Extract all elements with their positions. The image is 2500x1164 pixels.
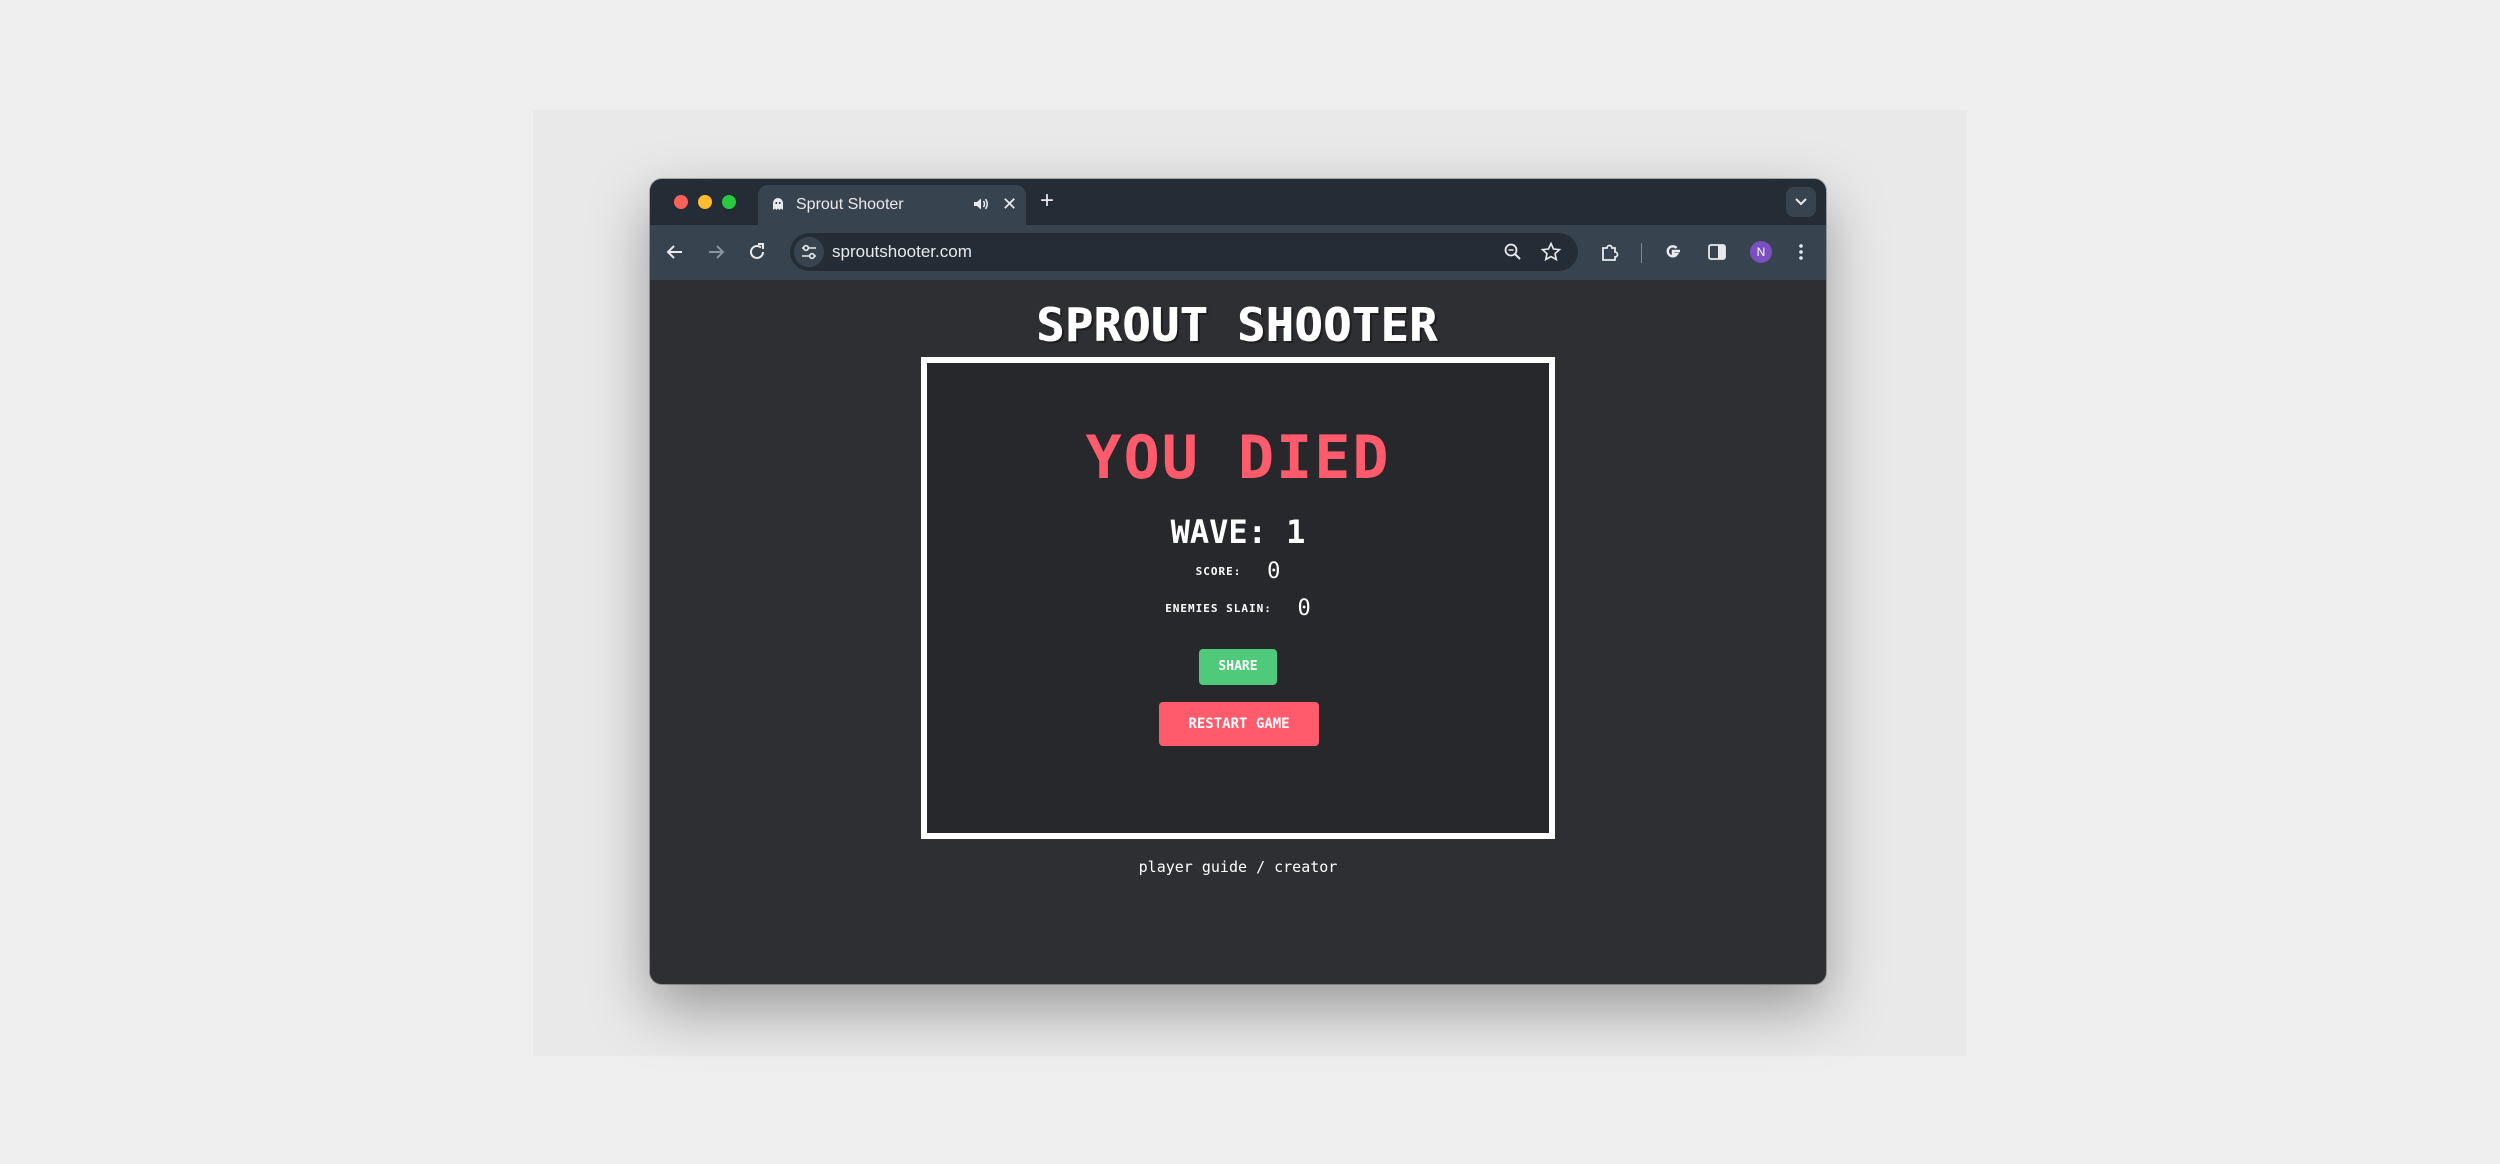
- tab-strip: Sprout Shooter ✕ +: [650, 179, 1826, 225]
- google-icon[interactable]: [1662, 241, 1684, 263]
- game-canvas[interactable]: YOU DIED WAVE: 1 SCORE: 0 ENEMIES SLAIN:…: [921, 357, 1555, 839]
- speaker-icon[interactable]: [972, 195, 990, 213]
- tab-search-button[interactable]: [1786, 187, 1816, 217]
- browser-window: Sprout Shooter ✕ + sproutshooter.com N S…: [650, 179, 1826, 984]
- address-bar[interactable]: sproutshooter.com: [790, 233, 1578, 271]
- chevron-down-icon: [1795, 198, 1807, 206]
- enemies-slain-label: ENEMIES SLAIN:: [1165, 602, 1272, 615]
- minimize-window-button[interactable]: [698, 195, 712, 209]
- share-button[interactable]: SHARE: [1199, 649, 1277, 685]
- browser-toolbar: sproutshooter.com N: [650, 225, 1826, 280]
- score-row: SCORE: 0: [927, 559, 1549, 584]
- wave-value: 1: [1286, 513, 1306, 551]
- page-content: SPROUT SHOOTER YOU DIED WAVE: 1 SCORE: 0…: [650, 280, 1826, 984]
- kebab-menu-icon[interactable]: [1790, 241, 1812, 263]
- tab-title: Sprout Shooter: [796, 196, 904, 213]
- back-arrow-icon[interactable]: [664, 241, 686, 263]
- extensions-puzzle-icon[interactable]: [1599, 241, 1621, 263]
- bookmark-star-icon[interactable]: [1540, 241, 1562, 263]
- score-label: SCORE:: [1195, 565, 1242, 578]
- enemies-slain-value: 0: [1297, 596, 1311, 621]
- tab-sprout-shooter[interactable]: Sprout Shooter ✕: [758, 185, 1026, 225]
- zoom-icon[interactable]: [1502, 241, 1524, 263]
- forward-arrow-icon[interactable]: [705, 241, 727, 263]
- creator-link[interactable]: creator: [1274, 858, 1337, 876]
- toolbar-divider: [1641, 243, 1642, 263]
- reload-icon[interactable]: [746, 241, 768, 263]
- footer-separator: /: [1256, 858, 1266, 876]
- wave-display: WAVE: 1: [927, 513, 1549, 551]
- game-over-heading: YOU DIED: [1085, 423, 1391, 493]
- enemies-slain-row: ENEMIES SLAIN: 0: [927, 596, 1549, 621]
- ghost-icon: [770, 196, 786, 212]
- profile-avatar[interactable]: N: [1750, 241, 1772, 263]
- url-text: sproutshooter.com: [832, 242, 972, 261]
- tab-close-icon[interactable]: ✕: [1002, 194, 1017, 214]
- player-guide-link[interactable]: player guide: [1139, 858, 1247, 876]
- footer-links: player guide / creator: [650, 858, 1826, 876]
- wave-label: WAVE:: [1170, 513, 1267, 551]
- new-tab-button[interactable]: +: [1040, 188, 1054, 214]
- restart-game-button[interactable]: RESTART GAME: [1159, 702, 1319, 746]
- side-panel-icon[interactable]: [1706, 241, 1728, 263]
- game-title: SPROUT SHOOTER: [1037, 298, 1439, 352]
- site-settings-icon[interactable]: [794, 237, 824, 267]
- close-window-button[interactable]: [674, 195, 688, 209]
- score-value: 0: [1267, 559, 1281, 584]
- maximize-window-button[interactable]: [722, 195, 736, 209]
